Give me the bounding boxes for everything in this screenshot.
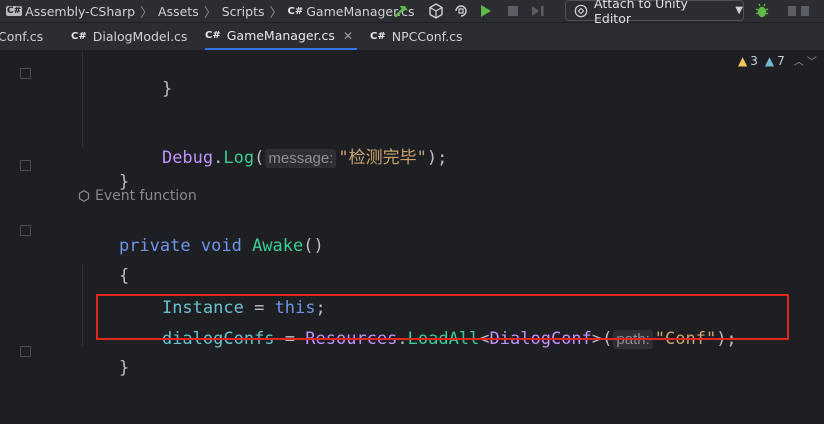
build-hammer-icon[interactable] bbox=[391, 0, 411, 22]
parameter-hint: message: bbox=[265, 149, 337, 168]
csharp-file-icon: C# bbox=[287, 5, 304, 17]
event-function-hint[interactable]: Event function bbox=[78, 188, 197, 204]
close-tab-icon[interactable]: ✕ bbox=[343, 29, 353, 43]
fold-marker-icon[interactable] bbox=[20, 225, 31, 236]
tab-dialog-model[interactable]: C# DialogModel.cs bbox=[71, 23, 187, 50]
unity-icon[interactable] bbox=[426, 0, 446, 22]
breadcrumb-chevron-icon: 〉 bbox=[140, 5, 154, 21]
attach-label: Attach to Unity Editor bbox=[594, 0, 688, 26]
brace: } bbox=[118, 358, 130, 378]
code-editor[interactable]: ▲ 3 ▲ 7 ︿ ﹀ } Debug.Log(message: "检测完毕");… bbox=[0, 50, 824, 424]
breadcrumb-item-scripts[interactable]: Scripts bbox=[222, 4, 265, 19]
tab-game-manager[interactable]: C# GameManager.cs ✕ bbox=[205, 23, 357, 50]
tab-label: GameManager.cs bbox=[226, 28, 335, 43]
chevron-down-icon: ﹀ bbox=[806, 57, 817, 68]
keyword: void bbox=[200, 236, 242, 256]
tab-label: NPCConf.cs bbox=[391, 29, 463, 44]
top-toolbar: C# Assembly-CSharp 〉 Assets 〉 Scripts 〉 … bbox=[0, 0, 824, 26]
csharp-file-icon: C# bbox=[370, 31, 386, 42]
editor-tabs: Conf.cs C# DialogModel.cs C# GameManager… bbox=[0, 23, 824, 50]
warning-count: 3 bbox=[750, 53, 758, 68]
breadcrumb-chevron-icon: 〉 bbox=[269, 5, 283, 21]
breadcrumb-item-assets[interactable]: Assets bbox=[158, 4, 199, 19]
weak-warning-icon: ▲ bbox=[764, 53, 775, 68]
tab-label: DialogModel.cs bbox=[92, 29, 188, 44]
code-line[interactable]: } bbox=[78, 338, 129, 398]
breadcrumb-chevron-icon: 〉 bbox=[203, 5, 217, 21]
unity-attach-icon bbox=[574, 4, 588, 18]
log-method: Log bbox=[223, 148, 255, 168]
stop-icon[interactable] bbox=[504, 0, 522, 22]
debug-class: Debug bbox=[161, 148, 214, 168]
unity-event-icon bbox=[78, 190, 90, 202]
fold-marker-icon[interactable] bbox=[20, 68, 31, 79]
csharp-file-icon: C# bbox=[71, 31, 87, 42]
play-icon[interactable] bbox=[477, 0, 495, 22]
keyword: private bbox=[118, 236, 191, 256]
csharp-file-icon: C# bbox=[205, 30, 221, 41]
inspection-widget[interactable]: ▲ 3 ▲ 7 ︿ ﹀ bbox=[738, 53, 817, 69]
code-line[interactable]: } bbox=[121, 59, 172, 119]
warning-icon: ▲ bbox=[738, 53, 748, 68]
red-highlight-box bbox=[96, 294, 789, 340]
step-icon[interactable] bbox=[529, 0, 547, 22]
string-literal: "检测完毕" bbox=[338, 148, 427, 168]
breadcrumb: C# Assembly-CSharp 〉 Assets 〉 Scripts 〉 … bbox=[6, 0, 414, 22]
csharp-project-icon: C# bbox=[6, 6, 23, 16]
event-hint-text: Event function bbox=[95, 188, 197, 204]
weak-warning-count: 7 bbox=[777, 53, 785, 68]
debug-stop-icon[interactable] bbox=[784, 0, 814, 22]
code-line-debug-log[interactable]: Debug.Log(message: "检测完毕"); bbox=[121, 123, 447, 188]
tab-npc-conf[interactable]: C# NPCConf.cs bbox=[370, 23, 462, 50]
brace: } bbox=[161, 79, 173, 99]
method-name: Awake bbox=[252, 236, 304, 256]
debug-bug-icon[interactable] bbox=[752, 0, 772, 22]
indent-guide bbox=[82, 50, 83, 147]
tab-label: Conf.cs bbox=[0, 29, 44, 44]
tab-conf[interactable]: Conf.cs bbox=[0, 23, 43, 50]
fold-marker-icon[interactable] bbox=[20, 160, 31, 171]
attach-to-unity-dropdown[interactable]: Attach to Unity Editor ▼ bbox=[565, 0, 744, 26]
chevron-down-icon: ▼ bbox=[735, 5, 743, 16]
fold-marker-icon[interactable] bbox=[20, 346, 31, 357]
breadcrumb-item-project[interactable]: Assembly-CSharp bbox=[25, 4, 135, 19]
chevron-up-icon: ︿ bbox=[793, 57, 804, 68]
unity-refresh-icon[interactable] bbox=[451, 0, 471, 22]
